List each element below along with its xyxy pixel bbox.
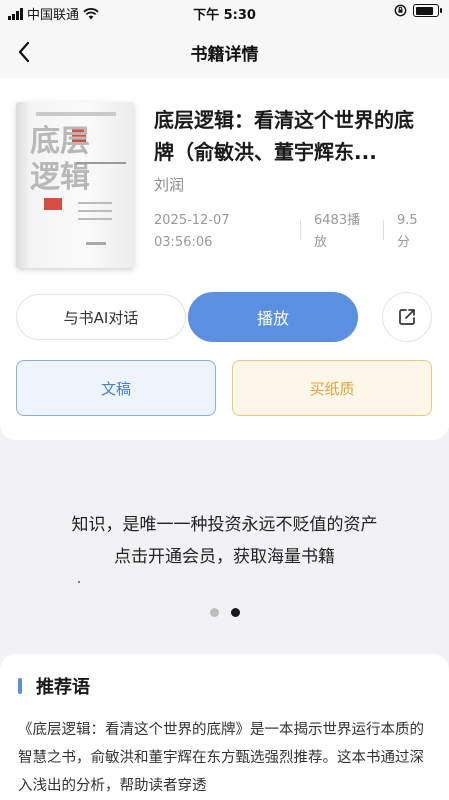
cover-title: 底层逻辑 (30, 124, 90, 195)
banner-slogan: 知识，是唯一一种投资永远不贬值的资产 (71, 515, 378, 535)
book-title: 底层逻辑：看清这个世界的底牌（俞敏洪、董宇辉东... (154, 108, 414, 164)
carousel-dot[interactable] (230, 608, 240, 617)
share-icon (399, 309, 415, 325)
play-button[interactable]: 播放 (188, 292, 358, 342)
cover-decoration (44, 198, 62, 210)
play-count: 6483播放 (314, 213, 361, 250)
book-cover[interactable]: 底层逻辑 (16, 102, 134, 268)
status-time: 下午 5:30 (193, 8, 256, 23)
membership-banner[interactable]: 知识，是唯一一种投资永远不贬值的资产 点击开通会员，获取海量书籍 (0, 440, 449, 640)
cover-decoration (76, 162, 126, 164)
ai-chat-button[interactable]: 与书AI对话 (16, 294, 186, 340)
rating-score: 9.5分 (397, 213, 418, 250)
share-button[interactable] (382, 292, 432, 342)
publish-date: 2025-12-07 (154, 213, 230, 228)
cover-decoration (86, 242, 106, 245)
battery-level (415, 6, 433, 15)
book-info-card: 底层逻辑 底层逻辑：看清这个世界的底牌（俞敏洪、董宇辉东... 刘润 2025-… (0, 78, 449, 440)
book-author[interactable]: 刘润 (154, 174, 184, 195)
cover-decoration (78, 202, 112, 204)
recommendation-text: 《底层逻辑：看清这个世界的底牌》是一本揭示世界运行本质的智慧之书，俞敏洪和董宇辉… (18, 722, 424, 794)
cover-decoration (36, 112, 116, 116)
status-right (394, 4, 442, 17)
recommendation-section: 推荐语 《底层逻辑：看清这个世界的底牌》是一本揭示世界运行本质的智慧之书，俞敏洪… (0, 654, 449, 800)
nav-bar: 书籍详情 (0, 26, 449, 78)
battery-icon (413, 4, 442, 17)
banner-cta: 点击开通会员，获取海量书籍 (114, 547, 335, 567)
section-heading: 推荐语 (36, 677, 90, 698)
banner-decoration (78, 581, 80, 583)
buy-paper-book-button[interactable]: 买纸质 (232, 360, 432, 416)
cover-decoration (78, 218, 112, 220)
orientation-lock-icon (394, 4, 407, 17)
carousel-indicator (0, 608, 449, 617)
status-bar: 中国联通 下午 5:30 (0, 0, 449, 26)
divider (383, 220, 384, 240)
publish-datetime: 2025-12-07 03:56:06 (154, 210, 294, 254)
divider (300, 220, 301, 240)
carousel-dot[interactable] (209, 608, 219, 617)
section-accent-bar (18, 678, 22, 694)
cover-decoration (78, 210, 112, 212)
transcript-button[interactable]: 文稿 (16, 360, 216, 416)
publish-time: 03:56:06 (154, 235, 213, 250)
page-title: 书籍详情 (190, 45, 259, 65)
